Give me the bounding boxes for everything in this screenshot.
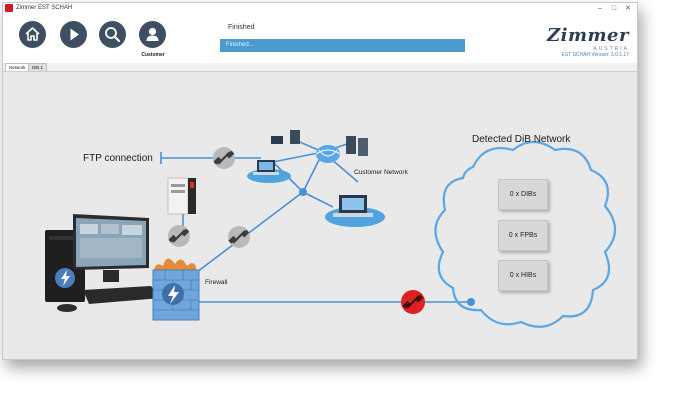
- network-view: FTP connection Customer Network Firewall…: [3, 72, 637, 359]
- workstation: [45, 214, 161, 312]
- user-icon: [146, 27, 159, 41]
- version-label: EST SCHAH Version: 3.0.1.17: [561, 52, 629, 58]
- home-button[interactable]: [19, 21, 46, 48]
- firewall-label: Firewall: [205, 279, 228, 286]
- tab-network[interactable]: Network: [5, 63, 30, 71]
- start-button[interactable]: [60, 21, 87, 48]
- customer-button[interactable]: [139, 21, 166, 48]
- status-text: Finished: [228, 24, 255, 31]
- fpb-count-box[interactable]: 0 x FPBs: [498, 220, 548, 251]
- network-node: [299, 188, 307, 196]
- toolbar: Customer Finished Finished... Zimmer AUS…: [3, 14, 637, 63]
- maximize-button[interactable]: □: [607, 3, 621, 14]
- customer-network-devices: [247, 130, 385, 227]
- dib-network-title: Detected DiB Network: [472, 134, 571, 145]
- search-icon: [105, 27, 121, 43]
- link-icon-ftp: [213, 147, 235, 169]
- minimize-button[interactable]: –: [593, 3, 607, 14]
- close-button[interactable]: ✕: [621, 3, 635, 14]
- play-icon: [70, 28, 79, 41]
- dib-network-node: [467, 298, 475, 306]
- progress-text: Finished...: [226, 42, 254, 48]
- tab-bar: Network DiB 1: [3, 63, 637, 72]
- search-button[interactable]: [99, 21, 126, 48]
- network-diagram: [45, 130, 617, 328]
- customer-button-label: Customer: [141, 52, 165, 58]
- broken-link-icon: [401, 290, 425, 314]
- progress-bar: Finished...: [220, 39, 465, 52]
- ftp-connection-label: FTP connection: [83, 153, 153, 164]
- window-controls: – □ ✕: [593, 3, 635, 14]
- window-title: Zimmer EST SCHAH: [16, 5, 73, 11]
- customer-network-label: Customer Network: [354, 169, 408, 176]
- brand-name: Zimmer: [546, 25, 629, 46]
- app-window: Zimmer EST SCHAH – □ ✕ Customer Finished…: [2, 2, 638, 360]
- brand-logo: Zimmer AUSTRIA EST SCHAH Version: 3.0.1.…: [539, 26, 629, 64]
- app-logo-icon: [5, 4, 13, 12]
- link-icon-customer: [228, 226, 250, 248]
- dib-count-box[interactable]: 0 x DIBs: [498, 179, 548, 210]
- network-lines: [160, 139, 471, 303]
- link-icon-plc: [168, 225, 190, 247]
- hib-count-box[interactable]: 0 x HIBs: [498, 260, 548, 291]
- firewall: [152, 258, 200, 321]
- home-icon: [25, 27, 40, 41]
- tab-dib-1[interactable]: DiB 1: [28, 63, 48, 71]
